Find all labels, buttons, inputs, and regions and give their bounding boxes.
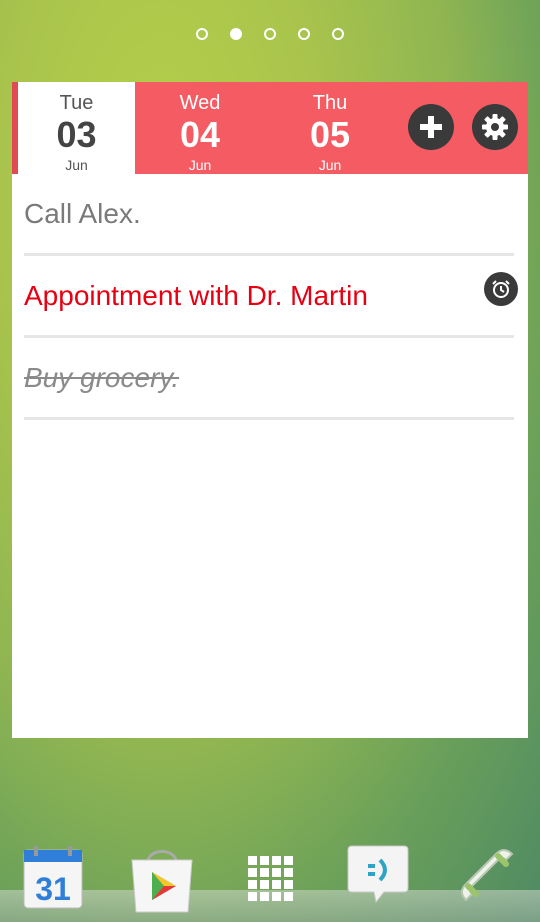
calendar-day-number: 31 <box>35 871 71 907</box>
phone-icon[interactable] <box>456 844 520 914</box>
task-text: Appointment with Dr. Martin <box>24 280 368 311</box>
play-store-icon[interactable] <box>128 844 193 914</box>
plus-icon <box>420 116 442 138</box>
day-weekday: Tue <box>59 92 94 114</box>
day-number: 03 <box>56 114 97 155</box>
task-text: Call Alex. <box>24 198 141 229</box>
day-month: Jun <box>65 157 88 173</box>
day-number: 04 <box>179 114 221 155</box>
task-item-urgent[interactable]: Appointment with Dr. Martin <box>24 256 518 338</box>
day-weekday: Thu <box>312 92 348 114</box>
calendar-app-icon[interactable]: 31 <box>22 844 86 914</box>
page-dot-active[interactable] <box>230 28 242 40</box>
day-number: 05 <box>309 114 351 155</box>
day-tab-selected[interactable]: Tue 03 Jun <box>12 82 135 174</box>
date-bar: Tue 03 Jun Wed 04 Jun Thu 05 Jun <box>12 82 528 174</box>
alarm-clock-icon[interactable] <box>484 272 518 306</box>
settings-button[interactable] <box>472 104 518 150</box>
messaging-icon[interactable] <box>344 844 414 914</box>
page-dot[interactable] <box>264 28 276 40</box>
app-drawer-icon[interactable] <box>246 844 310 914</box>
page-dot[interactable] <box>196 28 208 40</box>
day-weekday: Wed <box>179 92 221 114</box>
day-tab[interactable]: Wed 04 Jun <box>135 82 265 174</box>
task-text: Buy grocery. <box>24 362 180 393</box>
task-item[interactable]: Call Alex. <box>24 174 514 256</box>
task-list: Call Alex. Appointment with Dr. Martin B… <box>12 174 528 420</box>
home-page-indicator <box>0 28 540 40</box>
add-task-button[interactable] <box>408 104 454 150</box>
day-month: Jun <box>318 157 342 173</box>
day-month: Jun <box>188 157 212 173</box>
home-dock: 31 <box>0 830 540 922</box>
day-tab[interactable]: Thu 05 Jun <box>265 82 395 174</box>
page-dot[interactable] <box>332 28 344 40</box>
todo-widget: Tue 03 Jun Wed 04 Jun Thu 05 Jun Call Al… <box>12 82 528 738</box>
gear-icon <box>482 114 508 140</box>
task-item-done[interactable]: Buy grocery. <box>24 338 514 420</box>
page-dot[interactable] <box>298 28 310 40</box>
